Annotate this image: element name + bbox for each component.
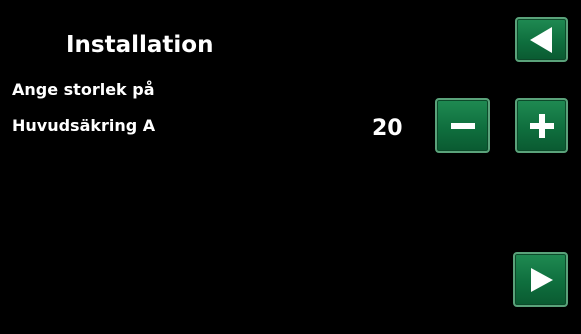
increase-button[interactable] (515, 98, 568, 153)
page-title: Installation (66, 32, 214, 58)
plus-icon (529, 113, 554, 138)
setting-label-line1: Ange storlek på (12, 80, 155, 99)
decrease-button[interactable] (435, 98, 490, 153)
next-button[interactable] (513, 252, 568, 307)
back-button[interactable] (515, 17, 568, 62)
triangle-left-icon (529, 26, 552, 53)
setting-label-line2: Huvudsäkring A (12, 116, 156, 135)
triangle-right-icon (530, 267, 553, 292)
minus-icon (450, 122, 475, 129)
setting-value: 20 (372, 116, 403, 141)
